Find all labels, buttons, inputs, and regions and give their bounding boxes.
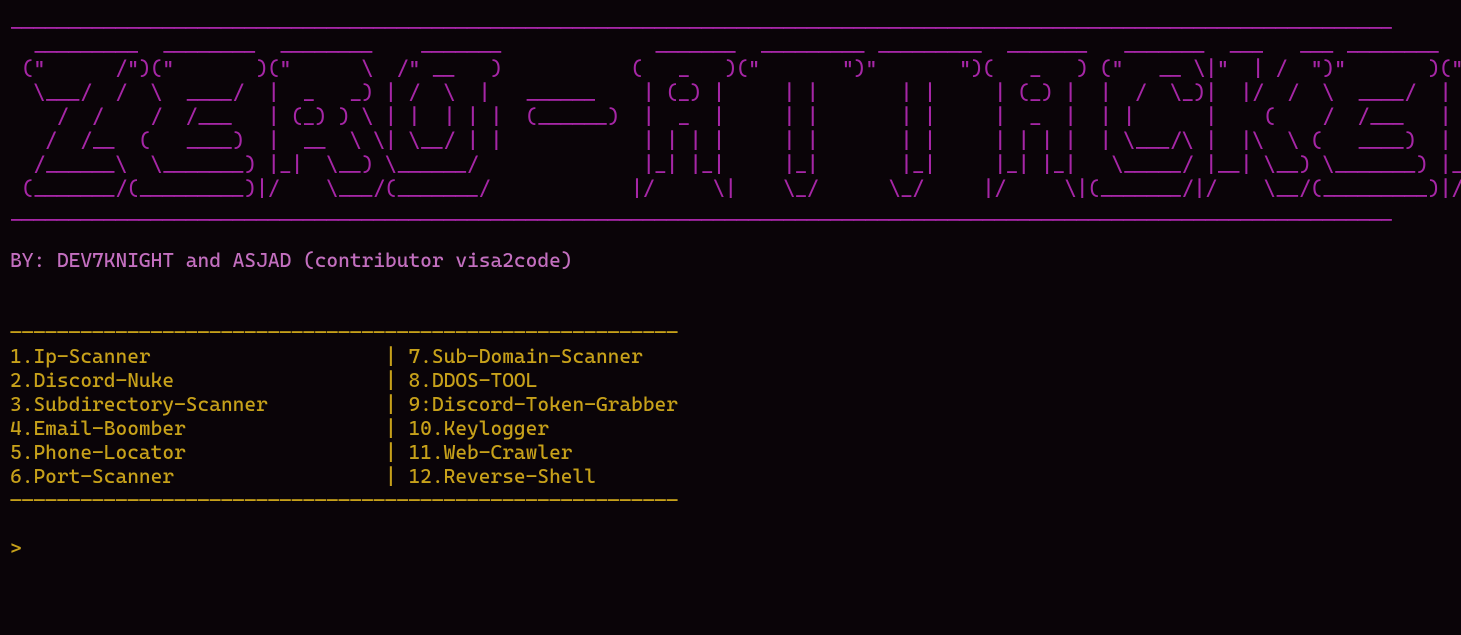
- menu-row-3[interactable]: 3.Subdirectory-Scanner | 9:Discord-Token…: [10, 392, 1451, 416]
- menu-row-5[interactable]: 5.Phone-Locator | 11.Web-Crawler: [10, 440, 1451, 464]
- banner-bottom-rule: ________________________________________…: [10, 200, 1451, 224]
- banner-top-rule: ________________________________________…: [10, 8, 1451, 32]
- credits: BY: DEV7KNIGHT and ASJAD (contributor vi…: [10, 248, 1451, 272]
- ascii-banner: _________ ________ ________ _______ ____…: [10, 32, 1451, 200]
- menu-row-2[interactable]: 2.Discord-Nuke | 8.DDOS-TOOL: [10, 368, 1451, 392]
- menu-row-4[interactable]: 4.Email-Boomber | 10.Keylogger: [10, 416, 1451, 440]
- menu-row-1[interactable]: 1.Ip-Scanner | 7.Sub-Domain-Scanner: [10, 344, 1451, 368]
- menu-rule-top: ————————————————————————————————————————…: [10, 320, 1451, 344]
- menu-row-6[interactable]: 6.Port-Scanner | 12.Reverse-Shell: [10, 464, 1451, 488]
- menu-rule-bottom: ————————————————————————————————————————…: [10, 488, 1451, 512]
- prompt[interactable]: >: [10, 536, 1451, 560]
